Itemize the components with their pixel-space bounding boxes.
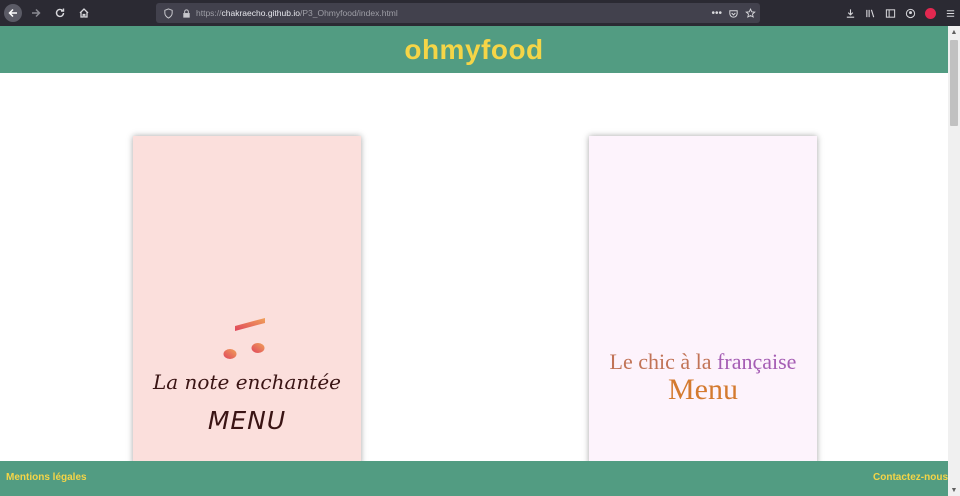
card-title: La note enchantée bbox=[152, 370, 342, 394]
reload-icon bbox=[55, 8, 65, 18]
contact-link[interactable]: Contactez-nous bbox=[873, 472, 948, 483]
scroll-down-arrow-icon[interactable]: ▼ bbox=[948, 484, 960, 496]
home-button[interactable] bbox=[74, 3, 94, 23]
home-icon bbox=[79, 8, 89, 18]
site-title[interactable]: ohmyfood bbox=[404, 34, 543, 66]
url-actions: ••• bbox=[711, 3, 756, 23]
extension-icon[interactable] bbox=[925, 7, 936, 19]
restaurant-card-le-chic-a-la-francaise[interactable]: Le chic à la française Menu bbox=[589, 136, 817, 466]
bookmark-star-icon[interactable] bbox=[745, 7, 756, 19]
sidebar-icon[interactable] bbox=[885, 8, 896, 19]
menu-label: MENU bbox=[207, 406, 287, 435]
scroll-thumb[interactable] bbox=[950, 40, 958, 126]
site-footer: Mentions légales Contactez-nous bbox=[0, 461, 948, 496]
hamburger-menu-icon[interactable] bbox=[945, 8, 956, 19]
library-icon[interactable] bbox=[865, 8, 876, 19]
download-icon[interactable] bbox=[845, 8, 856, 19]
toolbar-right bbox=[845, 0, 956, 26]
menu-label: Menu bbox=[668, 373, 738, 406]
card-title-part1: Le chic à la bbox=[609, 349, 718, 374]
restaurant-card-la-note-enchantee[interactable]: La note enchantée MENU bbox=[133, 136, 361, 466]
page-actions-button[interactable]: ••• bbox=[711, 8, 722, 19]
site-header: ohmyfood bbox=[0, 26, 948, 73]
forward-button[interactable] bbox=[26, 3, 46, 23]
card-title: Le chic à la française bbox=[589, 349, 817, 375]
reload-button[interactable] bbox=[50, 3, 70, 23]
forward-arrow-icon bbox=[32, 8, 41, 18]
shield-icon[interactable] bbox=[162, 7, 174, 19]
pocket-icon[interactable] bbox=[728, 8, 739, 19]
account-icon[interactable] bbox=[905, 8, 916, 19]
card-title-part2: française bbox=[717, 349, 797, 374]
url-text[interactable]: https://chakraecho.github.io/P3_Ohmyfood… bbox=[196, 8, 398, 18]
back-arrow-icon bbox=[8, 8, 17, 18]
browser-toolbar: https://chakraecho.github.io/P3_Ohmyfood… bbox=[0, 0, 960, 26]
scroll-up-arrow-icon[interactable]: ▲ bbox=[948, 26, 960, 38]
page-content: ohmyfood La note enchantée MENU Le chic … bbox=[0, 26, 948, 496]
url-domain: chakraecho.github.io bbox=[221, 8, 300, 18]
music-note-icon bbox=[223, 318, 265, 359]
back-button[interactable] bbox=[4, 4, 22, 22]
vertical-scrollbar[interactable]: ▲ ▼ bbox=[948, 26, 960, 496]
lock-icon[interactable] bbox=[180, 7, 192, 19]
mentions-legales-link[interactable]: Mentions légales bbox=[6, 472, 87, 483]
url-path: /P3_Ohmyfood/index.html bbox=[299, 8, 398, 18]
url-prefix: https:// bbox=[196, 8, 222, 18]
url-bar[interactable]: https://chakraecho.github.io/P3_Ohmyfood… bbox=[156, 3, 760, 23]
